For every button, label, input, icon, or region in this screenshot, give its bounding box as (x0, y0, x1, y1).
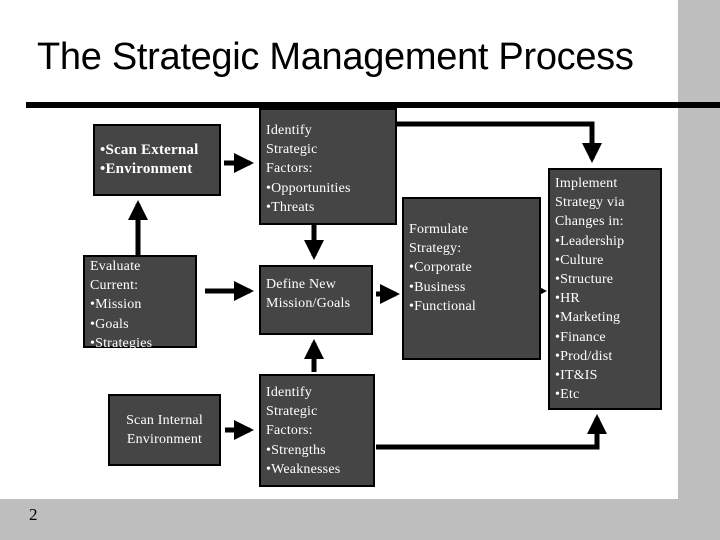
box-text-line: •Environment (100, 161, 193, 177)
box-text-line: •Culture (555, 252, 604, 268)
box-text-line: Identify (266, 123, 312, 138)
box-text-line: •Functional (409, 298, 476, 314)
right-frame-strip (678, 0, 720, 540)
box-text-line: •IT&IS (555, 368, 598, 384)
box-text-line: Factors: (266, 423, 313, 439)
box-text-line: Scan Internal (126, 412, 203, 428)
box-implement-strategy: Implement Strategy via Changes in: •Leaders… (548, 168, 662, 410)
box-text-line: •Finance (555, 329, 606, 345)
box-text-line: •Strategies (90, 335, 153, 351)
box-text-line: Formulate (409, 222, 469, 237)
box-text-line: •Structure (555, 272, 614, 288)
box-text-line: Strategy: (409, 241, 462, 257)
box-text-line: •Goals (90, 316, 129, 332)
box-text-line: •Corporate (409, 260, 472, 276)
box-text-line: Strategy via (555, 195, 625, 211)
box-text-line: •Etc (555, 387, 580, 403)
box-scan-external: •Scan External •Environment (93, 124, 221, 196)
box-text-line: •Leadership (555, 233, 625, 249)
box-text-line: •Opportunities (266, 180, 351, 196)
box-text-line: Identify (266, 385, 312, 400)
box-text-line: Current: (90, 278, 139, 294)
box-text-line: •Prod/dist (555, 348, 613, 364)
box-text-line: Environment (126, 432, 203, 447)
bottom-frame-strip (0, 499, 720, 540)
box-text-line: •Weaknesses (266, 461, 341, 477)
box-evaluate-current: Evaluate Current: •Mission •Goals •Strategie… (83, 255, 197, 351)
box-text-line: Mission/Goals (266, 296, 351, 312)
box-text-line: •Threats (266, 199, 315, 215)
box-formulate-strategy: Formulate Strategy: •Corporate •Business •Fu… (402, 197, 541, 360)
box-text-line: •Mission (90, 297, 142, 313)
box-text-line: Evaluate (90, 259, 141, 274)
box-text-line: •Business (409, 279, 466, 295)
box-define-mission-goals: Define New Mission/Goals (259, 265, 373, 335)
box-text-line: •HR (555, 291, 580, 307)
box-identify-external-factors: Identify Strategic Factors: •Opportunities •… (259, 108, 397, 225)
box-text-line: Strategic (266, 404, 318, 420)
box-text-line: •Strengths (266, 442, 326, 458)
box-text-line: Strategic (266, 142, 318, 158)
box-scan-internal: Scan Internal Environment (108, 394, 221, 466)
slide-title: The Strategic Management Process (37, 36, 634, 78)
box-text-line: Factors: (266, 161, 313, 177)
box-text-line: •Scan External (100, 141, 199, 158)
page-number: 2 (29, 505, 38, 524)
box-text-line: Changes in: (555, 214, 624, 230)
box-identify-internal-factors: Identify Strategic Factors: •Strengths •Weak… (259, 374, 375, 487)
box-text-line: Implement (555, 176, 618, 191)
box-text-line: •Marketing (555, 310, 621, 326)
arrow-identify-int-to-implement (376, 414, 607, 450)
box-text-line: Define New (266, 277, 337, 292)
arrow-identify-ext-to-implement (397, 121, 602, 163)
